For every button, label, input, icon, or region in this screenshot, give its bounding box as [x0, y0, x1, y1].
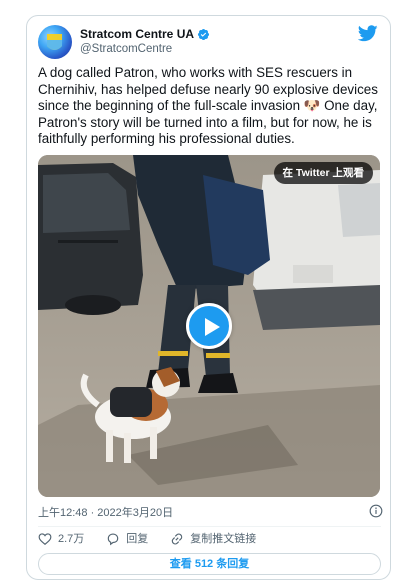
timestamp-row: 上午12:48 · 2022年3月20日: [38, 503, 383, 519]
copy-link-label: 复制推文链接: [190, 533, 257, 545]
play-button[interactable]: [186, 303, 232, 349]
reply-label: 回复: [126, 533, 149, 545]
tweet-header: Stratcom Centre UA @StratcomCentre: [38, 25, 378, 59]
like-button[interactable]: 2.7万: [38, 531, 84, 547]
tweet-actions: 2.7万 回复 复制推文链接: [38, 530, 383, 548]
display-name-text: Stratcom Centre UA: [80, 27, 195, 41]
copy-link-button[interactable]: 复制推文链接: [170, 531, 256, 547]
tweet-card: Stratcom Centre UA @StratcomCentre A dog…: [26, 15, 391, 580]
account-handle[interactable]: @StratcomCentre: [80, 42, 210, 57]
reply-button[interactable]: 回复: [106, 531, 148, 547]
heart-icon: [38, 533, 52, 545]
view-replies-button[interactable]: 查看 512 条回复: [38, 553, 381, 575]
tweet-timestamp[interactable]: 上午12:48 · 2022年3月20日: [38, 507, 173, 519]
play-icon: [205, 318, 220, 336]
reply-icon: [108, 533, 119, 546]
video-player[interactable]: 在 Twitter 上观看: [38, 155, 380, 497]
tweet-text: A dog called Patron, who works with SES …: [38, 65, 378, 147]
avatar[interactable]: [38, 25, 72, 59]
twitter-bird-icon[interactable]: [358, 25, 378, 42]
info-icon[interactable]: [369, 504, 383, 518]
divider: [38, 526, 381, 527]
link-icon: [172, 533, 183, 545]
like-count: 2.7万: [58, 533, 85, 545]
display-name[interactable]: Stratcom Centre UA: [80, 27, 210, 42]
view-on-twitter-badge[interactable]: 在 Twitter 上观看: [273, 162, 373, 184]
account-names[interactable]: Stratcom Centre UA @StratcomCentre: [80, 27, 210, 57]
verified-badge-icon: [197, 28, 210, 41]
